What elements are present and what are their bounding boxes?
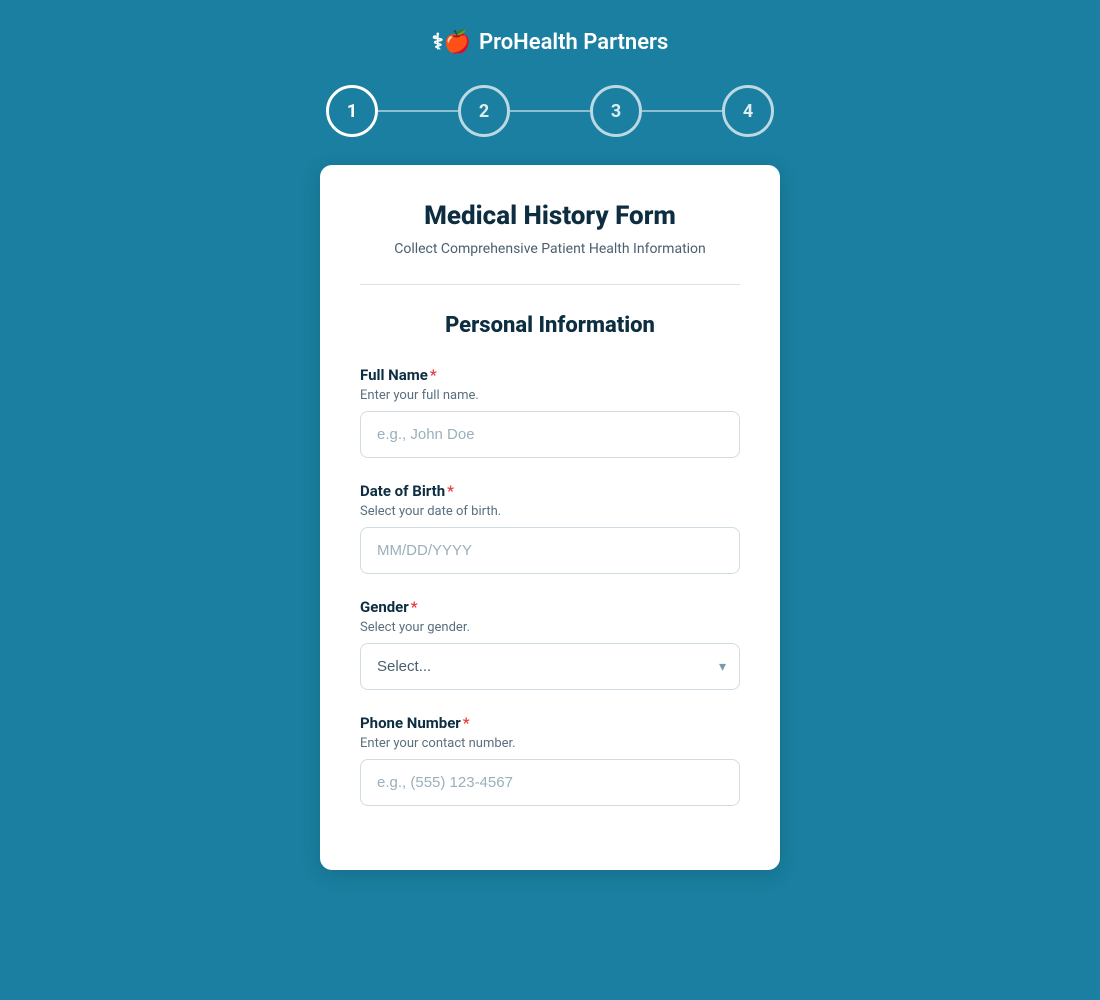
form-title: Medical History Form [360, 201, 740, 231]
step-3[interactable]: 3 [590, 85, 642, 137]
gender-select[interactable]: Select... Male Female Non-binary Prefer … [360, 643, 740, 690]
brand-name: ProHealth Partners [479, 30, 668, 55]
field-group-dob: Date of Birth * Select your date of birt… [360, 482, 740, 574]
phone-input[interactable] [360, 759, 740, 806]
phone-required: * [463, 714, 470, 732]
full-name-hint: Enter your full name. [360, 388, 740, 403]
phone-label: Phone Number * [360, 714, 740, 732]
full-name-input[interactable] [360, 411, 740, 458]
dob-hint: Select your date of birth. [360, 504, 740, 519]
phone-hint: Enter your contact number. [360, 736, 740, 751]
step-2[interactable]: 2 [458, 85, 510, 137]
progress-stepper: 1 2 3 4 [326, 85, 774, 137]
step-1[interactable]: 1 [326, 85, 378, 137]
logo: ⚕🍎 ProHealth Partners [432, 30, 669, 55]
form-card: Medical History Form Collect Comprehensi… [320, 165, 780, 870]
gender-required: * [411, 598, 418, 616]
gender-hint: Select your gender. [360, 620, 740, 635]
field-group-full-name: Full Name * Enter your full name. [360, 366, 740, 458]
field-group-phone: Phone Number * Enter your contact number… [360, 714, 740, 806]
step-line-2-3 [510, 110, 590, 112]
field-group-gender: Gender * Select your gender. Select... M… [360, 598, 740, 690]
step-line-3-4 [642, 110, 722, 112]
section-title: Personal Information [360, 313, 740, 338]
step-4[interactable]: 4 [722, 85, 774, 137]
full-name-required: * [430, 366, 437, 384]
dob-label: Date of Birth * [360, 482, 740, 500]
form-subtitle: Collect Comprehensive Patient Health Inf… [360, 239, 740, 260]
logo-icon: ⚕🍎 [432, 30, 471, 55]
step-line-1-2 [378, 110, 458, 112]
gender-label: Gender * [360, 598, 740, 616]
dob-required: * [447, 482, 454, 500]
section-divider [360, 284, 740, 285]
dob-input[interactable] [360, 527, 740, 574]
full-name-label: Full Name * [360, 366, 740, 384]
gender-select-wrapper: Select... Male Female Non-binary Prefer … [360, 643, 740, 690]
